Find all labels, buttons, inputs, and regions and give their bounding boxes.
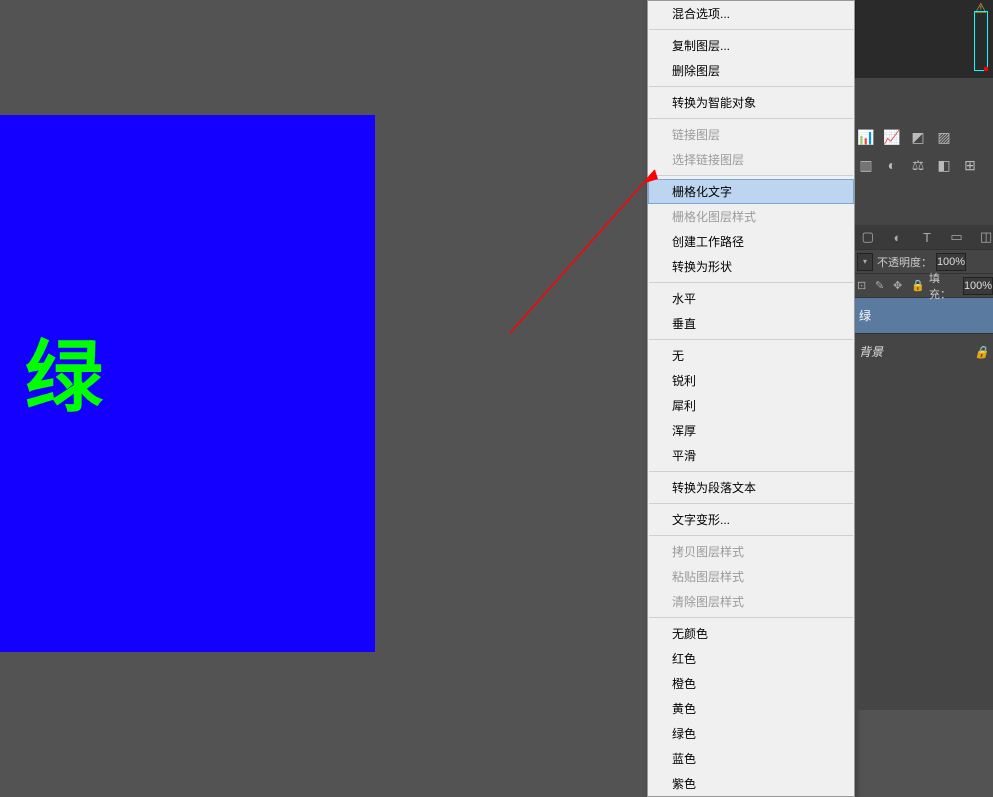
menu-blending-options[interactable]: 混合选项...	[648, 1, 854, 26]
menu-separator	[649, 617, 853, 618]
adjustments-row1: 📊 📈 ◩ ▨	[855, 128, 993, 148]
menu-create-work-path[interactable]: 创建工作路径	[648, 229, 854, 254]
canvas[interactable]: 绿	[0, 115, 375, 652]
menu-color-yellow[interactable]: 黄色	[648, 696, 854, 721]
menu-duplicate-layer[interactable]: 复制图层...	[648, 33, 854, 58]
menu-copy-style: 拷贝图层样式	[648, 539, 854, 564]
menu-separator	[649, 175, 853, 176]
filter-type-icon[interactable]: T	[920, 229, 934, 245]
menu-warp-text[interactable]: 文字变形...	[648, 507, 854, 532]
annotation-arrow	[500, 165, 660, 340]
exposure-icon[interactable]: ▨	[935, 128, 953, 146]
adjustments-row2: ▥ ◐ ⚖ ◧ ⊞	[855, 156, 993, 176]
fill-value[interactable]: 100%	[963, 277, 993, 295]
bw-icon[interactable]: ◧	[935, 156, 953, 174]
fill-row: ⊡ ✎ ✥ 🔒 填充： 100%	[855, 273, 993, 297]
menu-convert-paragraph[interactable]: 转换为段落文本	[648, 475, 854, 500]
layers-panel: ▢ ◐ T ▭ ◫ ▾ 不透明度： 100% ⊡ ✎ ✥ 🔒 填充： 100% …	[855, 225, 993, 369]
blend-mode-dropdown[interactable]: ▾	[857, 253, 873, 271]
menu-separator	[649, 503, 853, 504]
menu-clear-style: 清除图层样式	[648, 589, 854, 614]
filter-shape-icon[interactable]: ▭	[950, 229, 964, 245]
filter-image-icon[interactable]: ▢	[861, 229, 875, 245]
histogram-icon[interactable]: 📊	[857, 128, 875, 146]
canvas-text-layer[interactable]: 绿	[25, 315, 103, 427]
layers-filter-header: ▢ ◐ T ▭ ◫	[855, 225, 993, 249]
menu-color-orange[interactable]: 橙色	[648, 671, 854, 696]
menu-separator	[649, 282, 853, 283]
menu-aa-crisp[interactable]: 犀利	[648, 393, 854, 418]
menu-rasterize-type[interactable]: 栅格化文字	[648, 179, 854, 204]
lock-pixels-icon[interactable]: ⊡	[857, 279, 871, 293]
layer-name: 背景	[859, 343, 883, 360]
curves-icon[interactable]: ◩	[909, 128, 927, 146]
opacity-value[interactable]: 100%	[936, 253, 966, 271]
menu-aa-strong[interactable]: 浑厚	[648, 418, 854, 443]
menu-horizontal[interactable]: 水平	[648, 286, 854, 311]
menu-convert-smart-object[interactable]: 转换为智能对象	[648, 90, 854, 115]
right-panels: ⚠ 📊 📈 ◩ ▨ ▥ ◐ ⚖ ◧ ⊞ ▢ ◐ T ▭ ◫ ▾ 不透明度： 10…	[855, 0, 993, 710]
lock-position-icon[interactable]: ✥	[893, 279, 907, 293]
mixer-icon[interactable]: ⊞	[961, 156, 979, 174]
menu-separator	[649, 29, 853, 30]
vibrance-icon[interactable]: ▥	[857, 156, 875, 174]
menu-color-red[interactable]: 红色	[648, 646, 854, 671]
menu-color-purple[interactable]: 紫色	[648, 771, 854, 796]
context-menu: 混合选项... 复制图层... 删除图层 转换为智能对象 链接图层 选择链接图层…	[647, 0, 855, 797]
menu-separator	[649, 535, 853, 536]
lock-icon: 🔒	[974, 345, 989, 359]
menu-rasterize-style: 栅格化图层样式	[648, 204, 854, 229]
layer-name: 绿	[859, 307, 871, 324]
navigator-viewport[interactable]	[974, 11, 988, 71]
menu-separator	[649, 118, 853, 119]
levels-icon[interactable]: 📈	[883, 128, 901, 146]
opacity-row: ▾ 不透明度： 100%	[855, 249, 993, 273]
menu-vertical[interactable]: 垂直	[648, 311, 854, 336]
menu-color-blue[interactable]: 蓝色	[648, 746, 854, 771]
lock-all-icon[interactable]: 🔒	[911, 279, 925, 293]
opacity-label: 不透明度：	[877, 254, 932, 270]
menu-aa-none[interactable]: 无	[648, 343, 854, 368]
balance-icon[interactable]: ⚖	[909, 156, 927, 174]
menu-color-green[interactable]: 绿色	[648, 721, 854, 746]
navigator-panel[interactable]: ⚠	[855, 0, 993, 78]
menu-aa-smooth[interactable]: 平滑	[648, 443, 854, 468]
menu-link-layers: 链接图层	[648, 122, 854, 147]
fill-label: 填充：	[929, 270, 959, 302]
menu-color-none[interactable]: 无颜色	[648, 621, 854, 646]
filter-adjust-icon[interactable]: ◐	[891, 229, 905, 245]
menu-delete-layer[interactable]: 删除图层	[648, 58, 854, 83]
menu-paste-style: 粘贴图层样式	[648, 564, 854, 589]
menu-aa-sharp[interactable]: 锐利	[648, 368, 854, 393]
menu-separator	[649, 471, 853, 472]
layer-background[interactable]: 背景 🔒	[855, 333, 993, 369]
menu-separator	[649, 339, 853, 340]
menu-convert-shape[interactable]: 转换为形状	[648, 254, 854, 279]
layer-text-green[interactable]: 绿	[855, 297, 993, 333]
hue-icon[interactable]: ◐	[883, 156, 901, 174]
lock-paint-icon[interactable]: ✎	[875, 279, 889, 293]
menu-select-linked: 选择链接图层	[648, 147, 854, 172]
menu-separator	[649, 86, 853, 87]
filter-smart-icon[interactable]: ◫	[979, 229, 993, 245]
